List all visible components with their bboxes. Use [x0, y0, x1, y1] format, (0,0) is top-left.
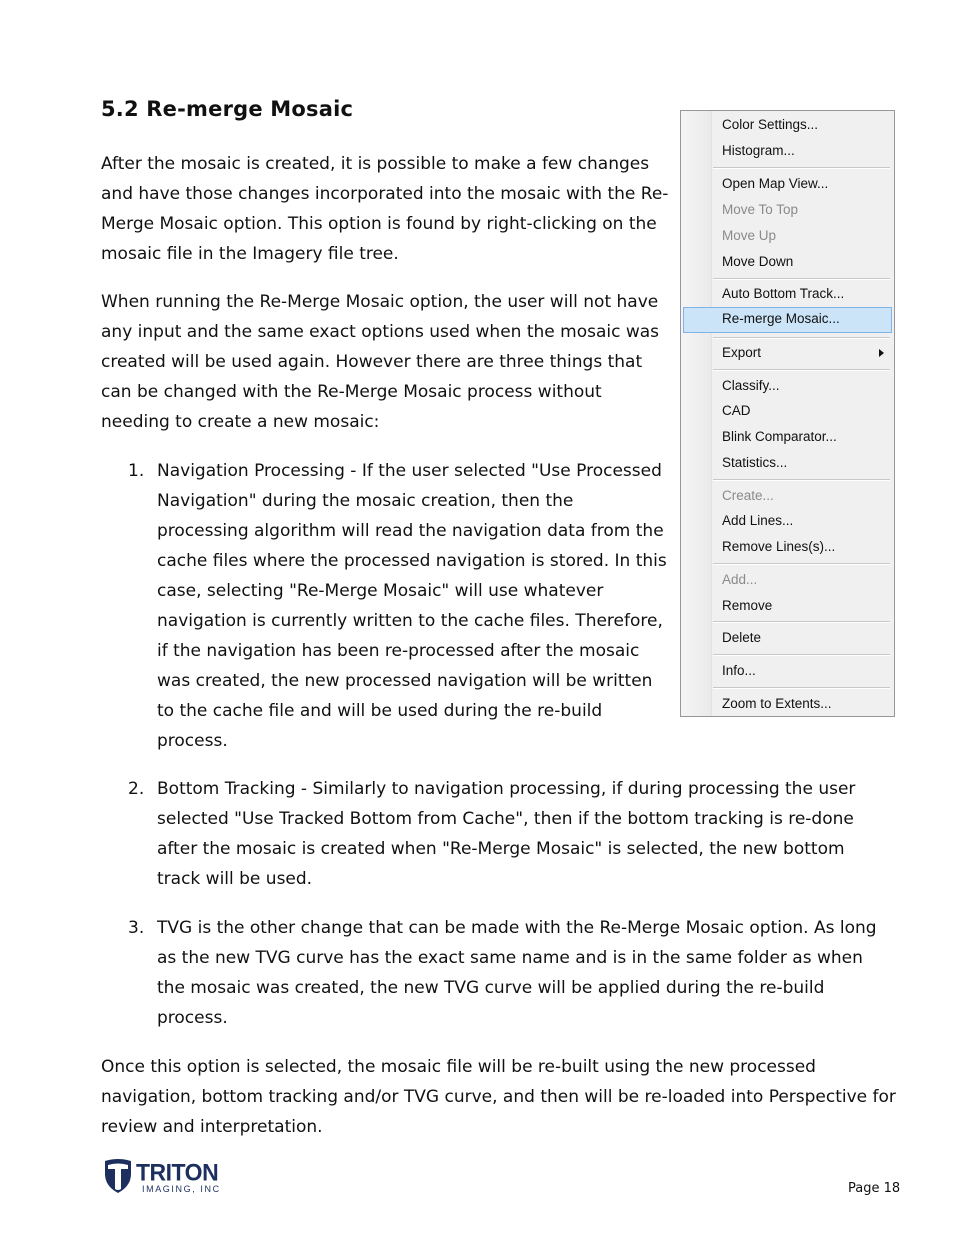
list-text: Bottom Tracking - Similarly to navigatio…	[157, 779, 856, 889]
menu-item-label: Color Settings...	[722, 117, 819, 132]
menu-item-open-map-view[interactable]: Open Map View...	[683, 172, 892, 196]
menu-item-label: Info...	[722, 663, 756, 678]
menu-separator	[713, 167, 890, 169]
page-number: Page 18	[848, 1181, 901, 1196]
menu-item-label: Delete	[722, 630, 762, 645]
menu-item-classify[interactable]: Classify...	[683, 374, 892, 398]
menu-item-auto-bottom-track[interactable]: Auto Bottom Track...	[683, 282, 892, 306]
menu-item-label: Move Down	[722, 254, 794, 269]
menu-item-color-settings[interactable]: Color Settings...	[683, 113, 892, 137]
menu-item-move-down[interactable]: Move Down	[683, 250, 892, 274]
menu-item-label: Create...	[722, 488, 774, 503]
menu-separator	[713, 621, 890, 623]
list-text: Navigation Processing - If the user sele…	[157, 461, 667, 751]
menu-item-delete[interactable]: Delete	[683, 626, 892, 650]
menu-item-histogram[interactable]: Histogram...	[683, 139, 892, 163]
menu-item-zoom-to-extents[interactable]: Zoom to Extents...	[683, 692, 892, 716]
menu-separator	[713, 479, 890, 481]
intro-paragraph: After the mosaic is created, it is possi…	[101, 154, 669, 264]
menu-item-label: Classify...	[722, 378, 780, 393]
menu-item-add-lines[interactable]: Add Lines...	[683, 509, 892, 533]
menu-item-label: Re-merge Mosaic...	[722, 311, 840, 326]
menu-item-label: Histogram...	[722, 143, 795, 158]
triton-shield-icon	[105, 1159, 131, 1193]
menu-item-export[interactable]: Export	[683, 341, 892, 365]
menu-item-label: Zoom to Extents...	[722, 696, 832, 711]
menu-item-add: Add...	[683, 568, 892, 592]
menu-item-info[interactable]: Info...	[683, 659, 892, 683]
menu-item-cad[interactable]: CAD	[683, 399, 892, 423]
menu-separator	[713, 369, 890, 371]
menu-item-label: CAD	[722, 403, 751, 418]
menu-item-statistics[interactable]: Statistics...	[683, 451, 892, 475]
menu-separator	[713, 654, 890, 656]
menu-item-create: Create...	[683, 484, 892, 508]
context-menu: Color Settings... Histogram... Open Map …	[680, 110, 895, 717]
menu-item-move-to-top: Move To Top	[683, 198, 892, 222]
menu-item-label: Open Map View...	[722, 176, 829, 191]
menu-item-label: Export	[722, 345, 762, 360]
options-paragraph: When running the Re-Merge Mosaic option,…	[101, 292, 660, 432]
menu-item-move-up: Move Up	[683, 224, 892, 248]
menu-item-label: Remove Lines(s)...	[722, 539, 836, 554]
menu-item-label: Add Lines...	[722, 513, 794, 528]
triton-logo: TRITON IMAGING, INC	[104, 1158, 224, 1198]
section-heading: 5.2 Re-merge Mosaic	[101, 97, 354, 121]
list-number: 2.	[128, 779, 145, 799]
list-text: TVG is the other change that can be made…	[157, 918, 877, 1028]
menu-item-label: Remove	[722, 598, 773, 613]
menu-item-remove-lines[interactable]: Remove Lines(s)...	[683, 535, 892, 559]
menu-separator	[713, 337, 890, 339]
menu-item-label: Move Up	[722, 228, 777, 243]
menu-item-label: Add...	[722, 572, 758, 587]
menu-item-label: Move To Top	[722, 202, 799, 217]
list-number: 1.	[128, 461, 145, 481]
closing-paragraph: Once this option is selected, the mosaic…	[101, 1057, 896, 1137]
menu-item-label: Statistics...	[722, 455, 788, 470]
menu-separator	[713, 687, 890, 689]
menu-item-label: Blink Comparator...	[722, 429, 837, 444]
logo-brand-text: TRITON	[136, 1158, 219, 1186]
list-number: 3.	[128, 918, 145, 938]
menu-item-re-merge-mosaic[interactable]: Re-merge Mosaic...	[683, 307, 892, 333]
menu-item-remove[interactable]: Remove	[683, 594, 892, 618]
menu-separator	[713, 278, 890, 280]
menu-separator	[713, 563, 890, 565]
submenu-arrow-icon	[879, 349, 884, 357]
logo-subtitle-text: IMAGING, INC	[142, 1184, 221, 1194]
menu-item-blink-comparator[interactable]: Blink Comparator...	[683, 425, 892, 449]
menu-item-label: Auto Bottom Track...	[722, 286, 845, 301]
